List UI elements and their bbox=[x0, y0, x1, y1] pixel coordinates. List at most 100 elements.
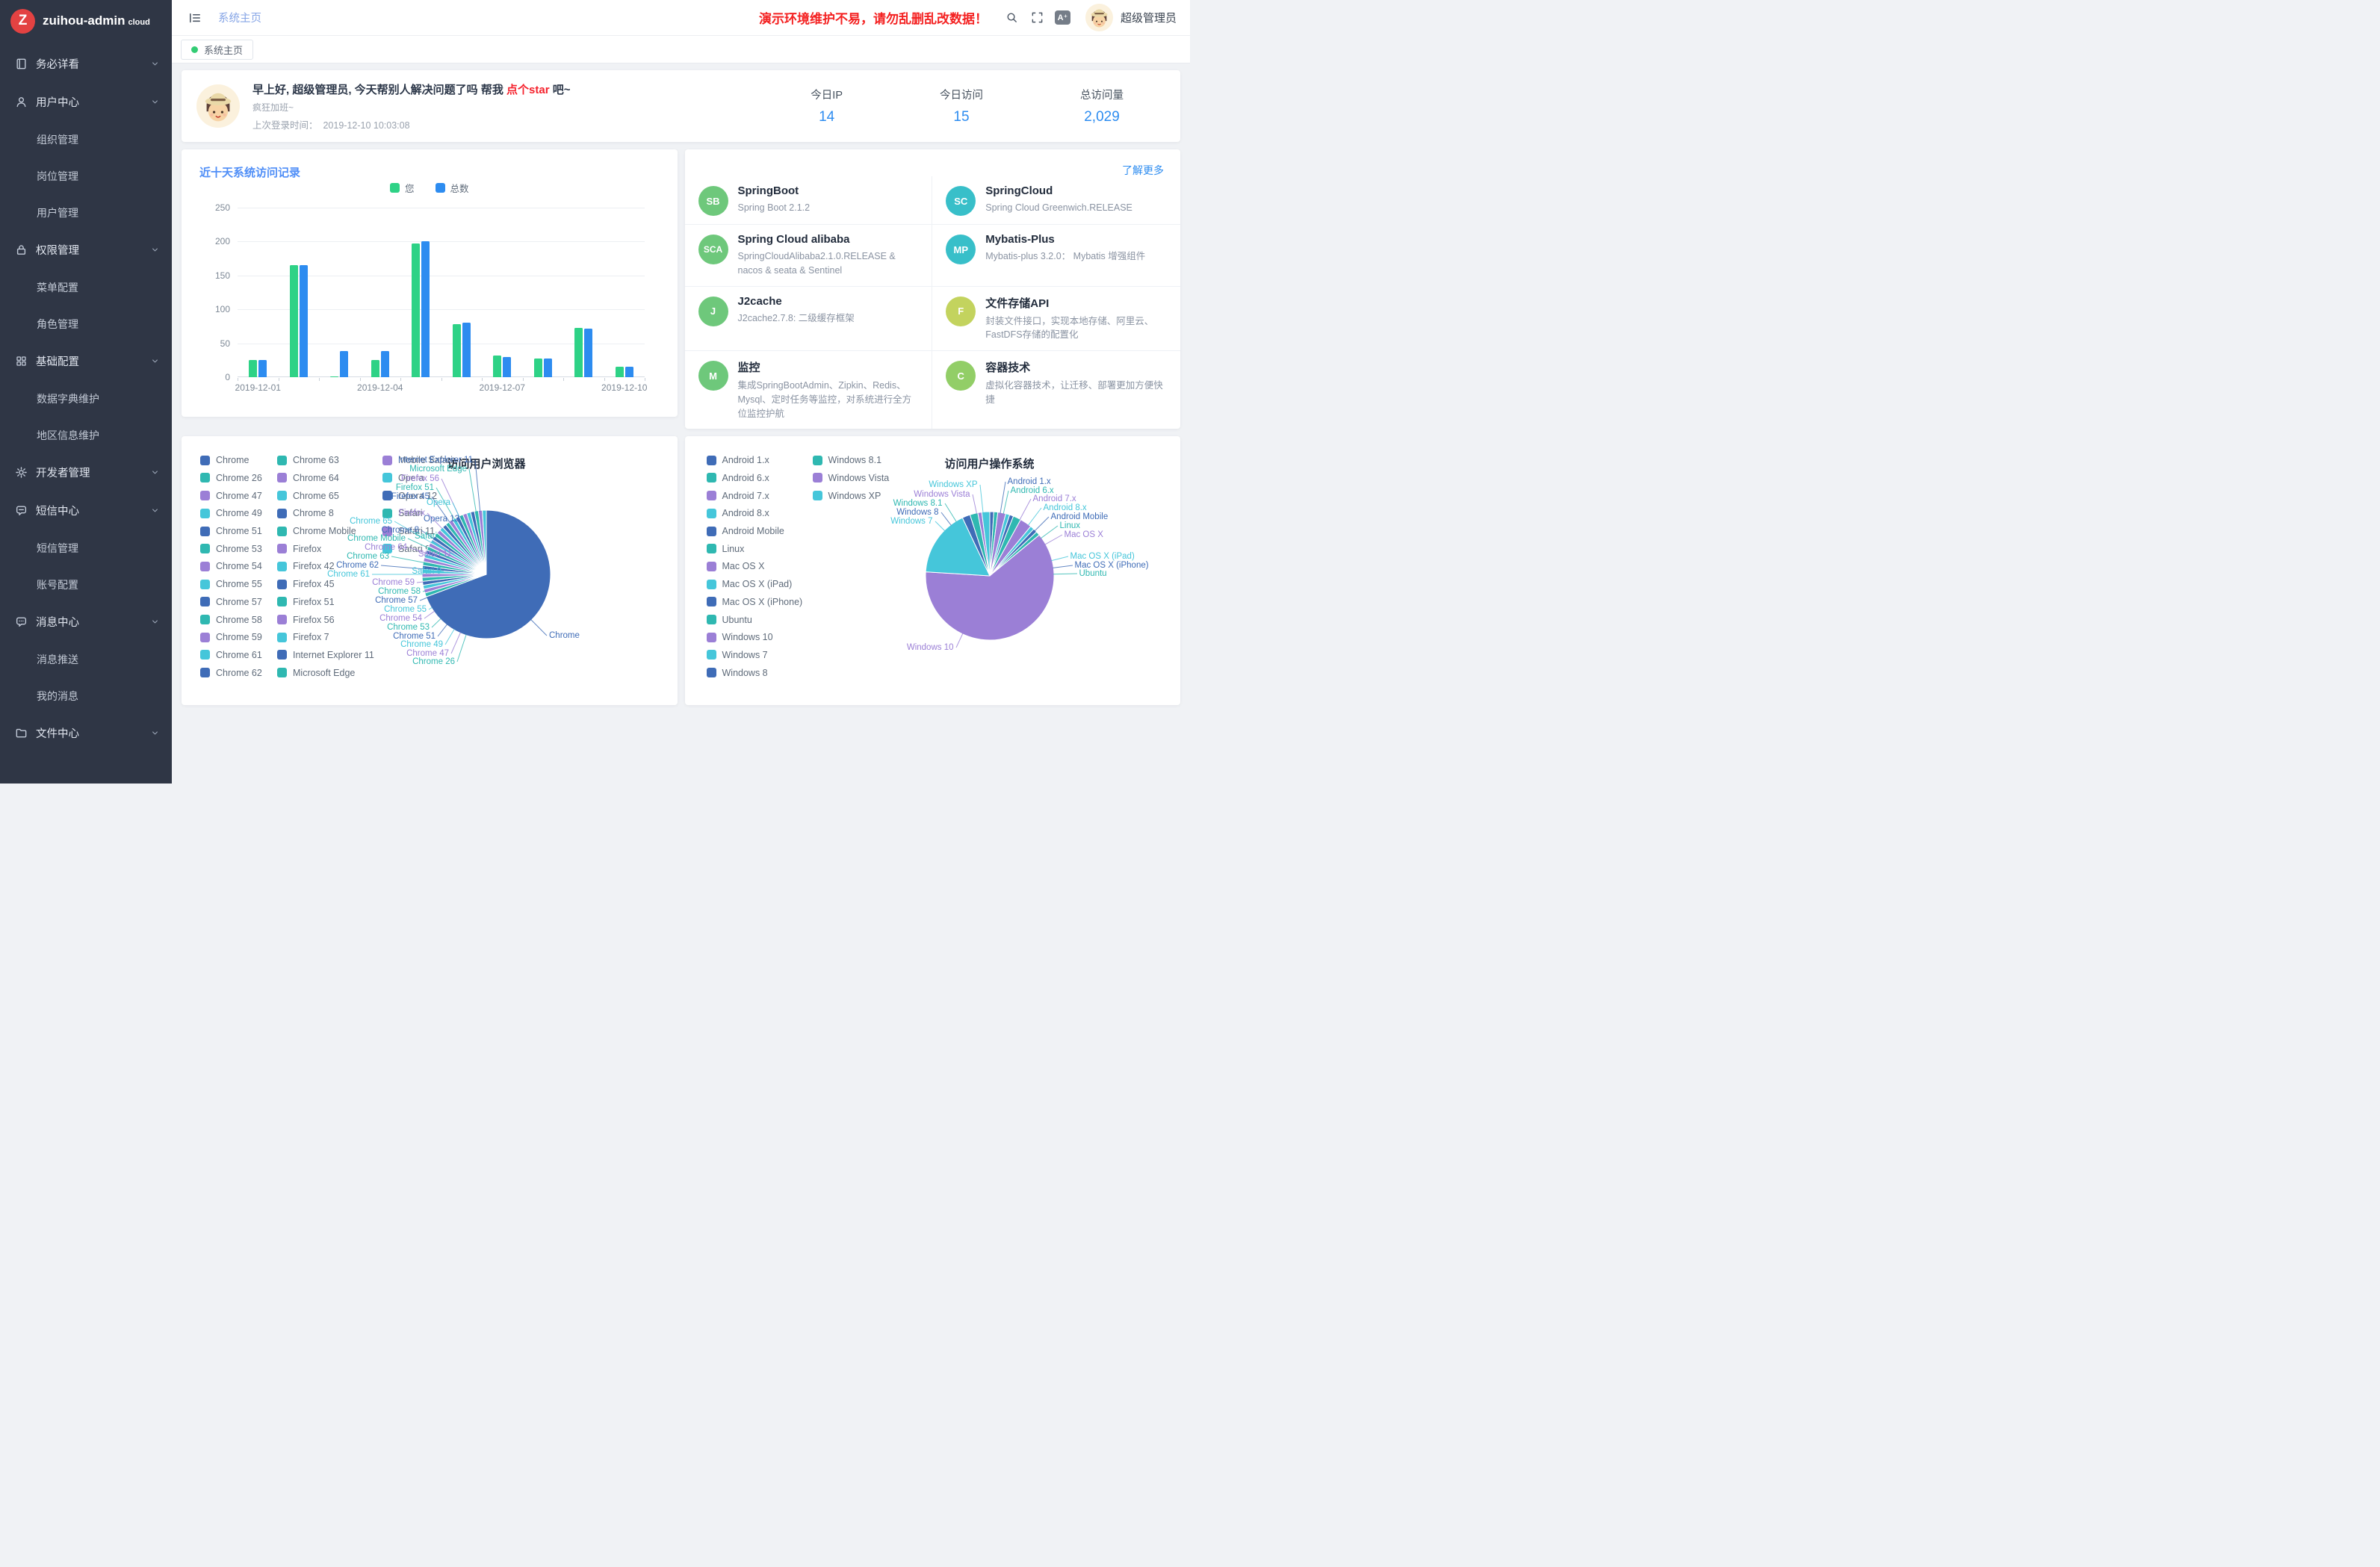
legend-item[interactable]: Windows 8.1 bbox=[813, 455, 882, 465]
legend-item[interactable]: Windows 10 bbox=[707, 632, 773, 642]
pie-slice[interactable] bbox=[456, 516, 486, 574]
legend-item[interactable]: Chrome 8 bbox=[277, 508, 334, 518]
legend-item[interactable]: Chrome 47 bbox=[200, 491, 262, 501]
legend-item[interactable]: Chrome 63 bbox=[277, 455, 339, 465]
legend-item[interactable]: Chrome 57 bbox=[200, 597, 262, 607]
pie-slice[interactable] bbox=[990, 515, 1014, 576]
legend-item[interactable]: Mac OS X (iPhone) bbox=[707, 597, 803, 607]
bar-总数[interactable] bbox=[625, 367, 633, 377]
legend-item[interactable]: Chrome 55 bbox=[200, 579, 262, 589]
breadcrumb[interactable]: 系统主页 bbox=[218, 10, 261, 25]
pie-slice[interactable] bbox=[423, 574, 486, 586]
bar-总数[interactable] bbox=[381, 351, 389, 377]
pie-slice[interactable] bbox=[463, 513, 486, 574]
sidebar-subitem[interactable]: 菜单配置 bbox=[0, 269, 172, 305]
legend-item[interactable]: Windows 7 bbox=[707, 650, 768, 660]
bar-您[interactable] bbox=[534, 359, 542, 377]
pie-slice[interactable] bbox=[990, 532, 1039, 576]
legend-item[interactable]: Firefox bbox=[277, 544, 321, 554]
pie-slice[interactable] bbox=[483, 510, 486, 574]
legend-item[interactable]: Internet Explorer 11 bbox=[277, 650, 374, 660]
legend-item[interactable]: Firefox 51 bbox=[277, 597, 335, 607]
logo[interactable]: Z zuihou-admincloud bbox=[0, 0, 172, 42]
bar-总数[interactable] bbox=[421, 241, 430, 377]
pie-slice[interactable] bbox=[474, 511, 486, 574]
bar-您[interactable] bbox=[371, 360, 379, 377]
avatar[interactable] bbox=[1085, 4, 1113, 31]
collapse-menu-icon[interactable] bbox=[182, 5, 208, 31]
sidebar-item[interactable]: 务必详看 bbox=[0, 45, 172, 83]
legend-item[interactable]: Firefox 7 bbox=[277, 632, 329, 642]
pie-slice[interactable] bbox=[471, 512, 486, 575]
legend-item[interactable]: Chrome 51 bbox=[200, 526, 262, 536]
legend-item[interactable]: Windows 8 bbox=[707, 668, 768, 678]
bar-您[interactable] bbox=[330, 376, 338, 377]
sidebar-item[interactable]: 短信中心 bbox=[0, 491, 172, 530]
pie-slice[interactable] bbox=[452, 518, 486, 575]
sidebar-item[interactable]: 文件中心 bbox=[0, 714, 172, 752]
pie-slice[interactable] bbox=[449, 520, 486, 574]
sidebar-item[interactable]: 开发者管理 bbox=[0, 453, 172, 491]
sidebar-subitem[interactable]: 短信管理 bbox=[0, 530, 172, 566]
legend-item[interactable]: Chrome 65 bbox=[277, 491, 339, 501]
legend-item[interactable]: Chrome 62 bbox=[200, 668, 262, 678]
legend-item[interactable]: Android 6.x bbox=[707, 473, 769, 483]
bar-总数[interactable] bbox=[300, 265, 308, 377]
search-icon[interactable] bbox=[1000, 5, 1025, 31]
pie-slice[interactable] bbox=[459, 515, 486, 574]
pie-slice[interactable] bbox=[425, 574, 486, 597]
sidebar-subitem[interactable]: 地区信息维护 bbox=[0, 417, 172, 453]
pie-slice[interactable] bbox=[424, 574, 486, 593]
bar-您[interactable] bbox=[453, 324, 461, 377]
learn-more-link[interactable]: 了解更多 bbox=[1122, 163, 1164, 178]
pie-slice[interactable] bbox=[990, 512, 998, 576]
bar-您[interactable] bbox=[616, 367, 624, 377]
tab-home[interactable]: 系统主页 bbox=[181, 40, 253, 60]
legend-item[interactable]: Firefox 42 bbox=[277, 561, 335, 571]
sidebar-item[interactable]: 消息中心 bbox=[0, 603, 172, 641]
sidebar-item[interactable]: 基础配置 bbox=[0, 342, 172, 380]
bar-您[interactable] bbox=[412, 243, 420, 377]
pie-slice[interactable] bbox=[478, 510, 486, 574]
legend-item[interactable]: Mac OS X (iPad) bbox=[707, 579, 793, 589]
pie-slice[interactable] bbox=[990, 512, 1005, 576]
legend-item[interactable]: Microsoft Edge bbox=[277, 668, 355, 678]
pie-slice[interactable] bbox=[970, 513, 990, 576]
pie-slice[interactable] bbox=[990, 530, 1037, 577]
legend-item[interactable]: Android 8.x bbox=[707, 508, 769, 518]
legend-item[interactable]: Windows Vista bbox=[813, 473, 890, 483]
pie-slice[interactable] bbox=[962, 515, 990, 576]
legend-item[interactable]: 您 bbox=[390, 181, 415, 195]
pie-slice[interactable] bbox=[926, 518, 990, 576]
pie-slice[interactable] bbox=[990, 512, 994, 576]
pie-slice[interactable] bbox=[467, 512, 486, 574]
legend-item[interactable]: Chrome Mobile bbox=[277, 526, 356, 536]
bar-总数[interactable] bbox=[462, 323, 471, 377]
pie-slice[interactable] bbox=[926, 535, 1054, 640]
pie-slice[interactable] bbox=[423, 574, 486, 589]
legend-item[interactable]: Ubuntu bbox=[707, 615, 752, 625]
legend-item[interactable]: Chrome 53 bbox=[200, 544, 262, 554]
legend-item[interactable]: Windows XP bbox=[813, 491, 881, 501]
bar-总数[interactable] bbox=[503, 357, 511, 377]
username[interactable]: 超级管理员 bbox=[1121, 10, 1177, 25]
legend-item[interactable]: Chrome 58 bbox=[200, 615, 262, 625]
bar-您[interactable] bbox=[493, 356, 501, 377]
legend-item[interactable]: Android Mobile bbox=[707, 526, 784, 536]
bar-您[interactable] bbox=[249, 360, 257, 377]
pie-slice[interactable] bbox=[990, 514, 1010, 576]
legend-item[interactable]: Linux bbox=[707, 544, 745, 554]
pie-slice[interactable] bbox=[990, 520, 1031, 576]
sidebar-subitem[interactable]: 用户管理 bbox=[0, 194, 172, 231]
legend-item[interactable]: Android 7.x bbox=[707, 491, 769, 501]
sidebar-subitem[interactable]: 角色管理 bbox=[0, 305, 172, 342]
pie-slice[interactable] bbox=[446, 522, 486, 574]
star-link[interactable]: 点个star bbox=[506, 84, 550, 96]
fullscreen-icon[interactable] bbox=[1025, 5, 1050, 31]
legend-item[interactable]: Firefox 56 bbox=[277, 615, 335, 625]
legend-item[interactable]: Android 1.x bbox=[707, 455, 769, 465]
sidebar-subitem[interactable]: 岗位管理 bbox=[0, 158, 172, 194]
legend-item[interactable]: Chrome 54 bbox=[200, 561, 262, 571]
legend-item[interactable]: Chrome 59 bbox=[200, 632, 262, 642]
legend-item[interactable]: Chrome bbox=[200, 455, 249, 465]
